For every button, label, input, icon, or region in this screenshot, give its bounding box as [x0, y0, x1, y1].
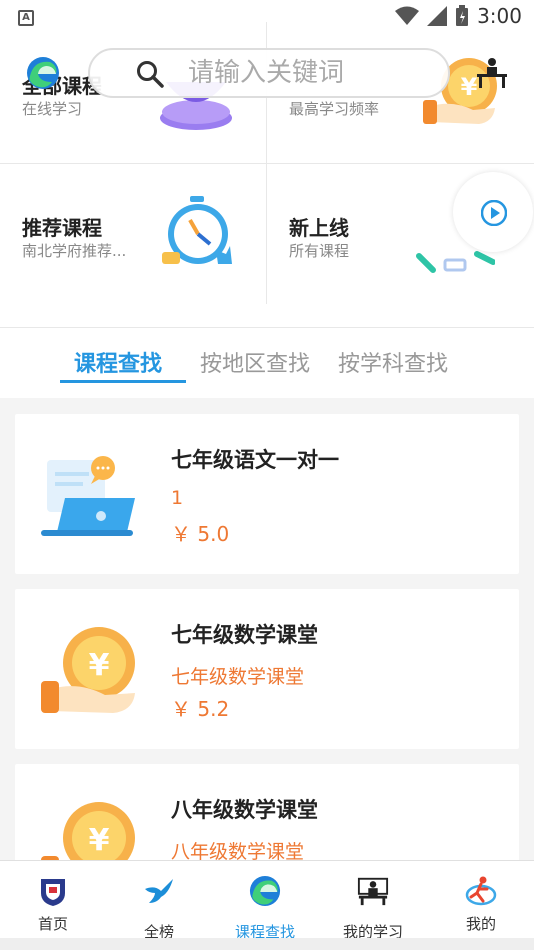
search-input[interactable]: [188, 58, 448, 88]
category-subtitle: 南北学府推荐...: [22, 242, 127, 260]
edge-logo-icon[interactable]: [26, 56, 60, 90]
course-card[interactable]: ¥ 七年级数学课堂 七年级数学课堂 ￥ 5.2: [15, 589, 519, 749]
active-tab-indicator: [60, 380, 186, 383]
classroom-icon: [477, 58, 507, 88]
nav-course-search[interactable]: 课程查找: [212, 861, 318, 941]
search-tabs: 课程查找 按地区查找 按学科查找: [0, 340, 534, 390]
course-desc: 八年级数学课堂: [171, 841, 305, 860]
nav-home[interactable]: 首页: [0, 861, 106, 939]
svg-text:¥: ¥: [89, 648, 110, 683]
course-list[interactable]: 七年级语文一对一 1 ￥ 5.0 ¥ 七年级数学课堂 七年级数学课堂 ￥ 5.2…: [0, 398, 534, 860]
nav-my-study[interactable]: 我的学习: [320, 861, 426, 941]
category-subtitle: 最高学习频率: [289, 100, 380, 118]
classroom-icon: [357, 877, 389, 906]
runner-icon: [465, 876, 497, 906]
category-new[interactable]: 新上线 所有课程: [267, 164, 533, 306]
category-subtitle: 在线学习: [22, 100, 83, 118]
search-icon: [137, 61, 164, 88]
course-desc: 1: [171, 487, 184, 509]
category-subtitle: 所有课程: [289, 242, 350, 260]
search-box[interactable]: [88, 48, 450, 98]
laptop-chat-icon: [41, 456, 135, 536]
bottom-nav: 首页 全榜 课程查找 我的学习 我的: [0, 860, 534, 941]
course-desc: 七年级数学课堂: [171, 666, 305, 688]
course-card[interactable]: 七年级语文一对一 1 ￥ 5.0: [15, 414, 519, 574]
nav-label: 我的: [465, 915, 496, 933]
course-title: 七年级数学课堂: [171, 623, 318, 647]
category-title: 新上线: [289, 216, 349, 240]
edge-logo-icon: [249, 875, 281, 907]
nav-me[interactable]: 我的: [428, 861, 534, 939]
stopwatch-icon: [162, 196, 232, 264]
tab-by-subject[interactable]: 按学科查找: [338, 346, 448, 378]
nav-label: 首页: [37, 915, 68, 933]
bird-icon: [145, 879, 173, 905]
play-icon: [481, 200, 507, 226]
shield-icon: [41, 879, 65, 906]
system-nav-strip: [0, 938, 534, 950]
course-title: 七年级语文一对一: [171, 448, 339, 472]
svg-text:¥: ¥: [89, 823, 110, 858]
play-video-button[interactable]: [453, 172, 533, 252]
category-title: 推荐课程: [22, 216, 102, 240]
coin-hand-icon: ¥: [41, 627, 135, 713]
coin-hand-icon: ¥: [41, 802, 135, 860]
course-card[interactable]: ¥ 八年级数学课堂 八年级数学课堂: [15, 764, 519, 860]
nav-ranking[interactable]: 全榜: [106, 861, 212, 941]
course-price: ￥ 5.2: [171, 697, 230, 721]
tab-by-region[interactable]: 按地区查找: [200, 346, 310, 378]
tab-course-search[interactable]: 课程查找: [74, 346, 162, 378]
course-price: ￥ 5.0: [171, 522, 230, 546]
course-title: 八年级数学课堂: [171, 798, 318, 822]
category-recommended[interactable]: 推荐课程 南北学府推荐...: [0, 164, 266, 306]
